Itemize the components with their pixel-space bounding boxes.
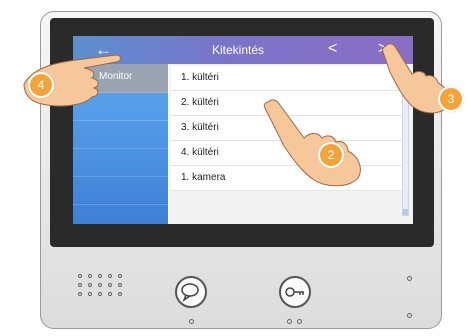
scrollbar-thumb[interactable] (403, 209, 408, 215)
list-item-label: 2. kültéri (181, 97, 219, 108)
header-bar: ← Kitekintés < > (73, 36, 413, 64)
indicator-dot (287, 319, 292, 324)
sidebar-empty-row (73, 176, 168, 205)
indicator-dot (407, 276, 412, 281)
key-icon (285, 287, 304, 297)
sidebar-empty-row (73, 120, 168, 149)
previous-page-button[interactable]: < (328, 40, 337, 58)
speech-bubble-icon (181, 283, 199, 302)
step-badge-4: 4 (28, 72, 54, 98)
list-item[interactable]: 1. kültéri (171, 66, 403, 91)
page-title: Kitekintés (211, 43, 265, 57)
unlock-button[interactable] (279, 276, 311, 308)
indicator-dot (407, 313, 412, 318)
list-item-label: 4. kültéri (181, 147, 219, 158)
talk-button[interactable] (175, 276, 207, 308)
sidebar-empty-row (73, 148, 168, 177)
pointing-hand-icon (263, 99, 361, 187)
pointing-hand-icon (23, 54, 121, 107)
step-badge-2: 2 (318, 142, 344, 168)
indicator-dot (189, 319, 194, 324)
step-badge-3: 3 (438, 86, 464, 112)
indicator-dot (297, 319, 302, 324)
list-item-label: 1. kamera (181, 172, 226, 183)
list-item-label: 3. kültéri (181, 122, 219, 133)
list-item-label: 1. kültéri (181, 72, 219, 83)
